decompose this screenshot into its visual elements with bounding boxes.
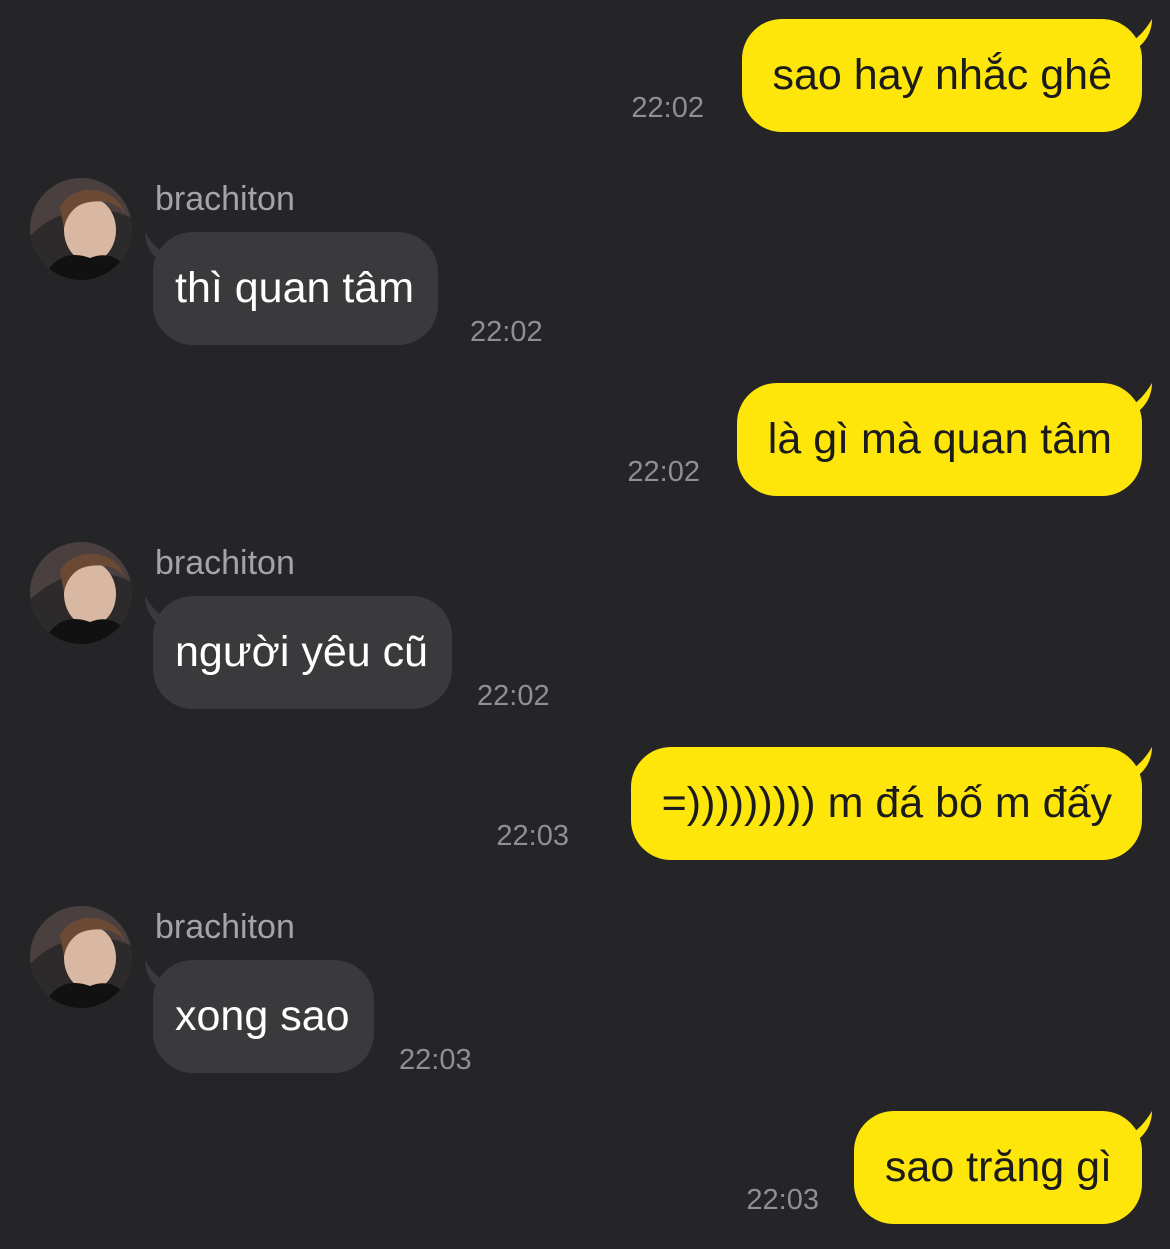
message-bubble[interactable]: thì quan tâm: [153, 232, 439, 345]
message-text: xong sao: [175, 992, 350, 1040]
sender-name: brachiton: [155, 180, 295, 218]
message-text: sao trăng gì: [884, 1143, 1112, 1191]
message-timestamp: 22:03: [399, 1044, 472, 1076]
message-bubble[interactable]: xong sao: [153, 960, 374, 1073]
message-text: người yêu cũ: [175, 628, 429, 676]
message-outgoing: 22:03 =))))))))) m đá bố m đấy: [0, 747, 1170, 867]
message-incoming: brachiton xong sao 22:03: [0, 906, 1170, 1076]
message-text: là gì mà quan tâm: [767, 415, 1112, 463]
message-text: thì quan tâm: [175, 264, 415, 312]
message-outgoing: 22:02 sao hay nhắc ghê: [0, 19, 1170, 139]
sender-name: brachiton: [155, 544, 295, 582]
message-timestamp: 22:02: [470, 316, 543, 348]
avatar[interactable]: [30, 178, 132, 280]
message-bubble[interactable]: người yêu cũ: [153, 596, 453, 709]
message-bubble[interactable]: sao hay nhắc ghê: [741, 19, 1142, 132]
message-timestamp: 22:02: [627, 456, 700, 488]
sender-name: brachiton: [155, 908, 295, 946]
message-outgoing: 22:03 sao trăng gì: [0, 1111, 1170, 1231]
message-bubble[interactable]: sao trăng gì: [853, 1111, 1142, 1224]
user-avatar-photo-icon: [30, 542, 132, 644]
message-timestamp: 22:03: [496, 820, 569, 852]
message-text: =))))))))) m đá bố m đấy: [661, 779, 1112, 827]
message-bubble[interactable]: =))))))))) m đá bố m đấy: [630, 747, 1142, 860]
message-bubble[interactable]: là gì mà quan tâm: [736, 383, 1142, 496]
user-avatar-photo-icon: [30, 178, 132, 280]
chat-thread[interactable]: 22:02 sao hay nhắc ghê brachiton thì qua…: [0, 0, 1170, 1249]
message-text: sao hay nhắc ghê: [772, 51, 1113, 99]
message-timestamp: 22:03: [746, 1184, 819, 1216]
message-incoming: brachiton người yêu cũ 22:02: [0, 542, 1170, 712]
message-outgoing: 22:02 là gì mà quan tâm: [0, 383, 1170, 503]
message-timestamp: 22:02: [631, 92, 704, 124]
message-timestamp: 22:02: [477, 680, 550, 712]
message-incoming: brachiton thì quan tâm 22:02: [0, 178, 1170, 348]
avatar[interactable]: [30, 906, 132, 1008]
user-avatar-photo-icon: [30, 906, 132, 1008]
avatar[interactable]: [30, 542, 132, 644]
